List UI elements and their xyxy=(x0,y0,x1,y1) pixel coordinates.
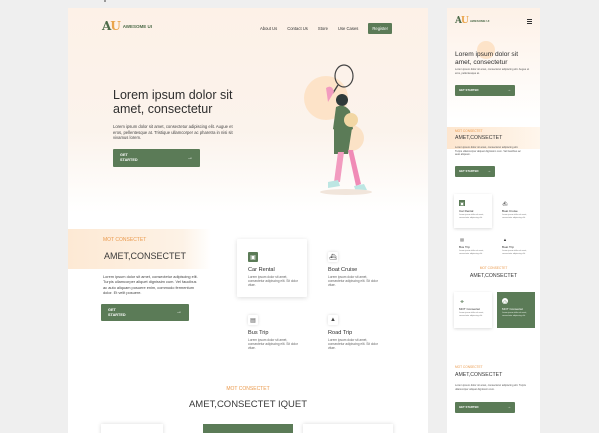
service-desc: Lorem ipsum dolor sit amet, consectetur … xyxy=(328,338,378,351)
card-desc: Lorem ipsum dolor sit amet, consectetur … xyxy=(459,214,484,219)
mobile-get-started-button-3[interactable]: GET STARTED → xyxy=(455,402,515,413)
section3-eyebrow: MOT CONSECTET xyxy=(226,386,270,392)
desktop-frame: AU AWESOME UI About Us Contact Us Store … xyxy=(68,8,428,433)
mobile-button-label: GET STARTED xyxy=(459,88,479,93)
feature-card[interactable] xyxy=(101,424,163,433)
card-desc: Lorem ipsum dolor sit amet, consectetur … xyxy=(502,214,527,219)
service-car-rental[interactable]: ▣ Car Rental Lorem ipsum dolor sit amet,… xyxy=(237,239,307,297)
service-desc: Lorem ipsum dolor sit amet, consectetur … xyxy=(328,275,378,288)
hero-button-label: GET STARTED xyxy=(120,153,138,162)
service-road-trip[interactable]: ▲ Road Trip Lorem ipsum dolor sit amet, … xyxy=(317,302,387,360)
service-bus-trip[interactable]: ▤ Bus Trip Lorem ipsum dolor sit amet, c… xyxy=(237,302,307,360)
logo-mark: AU xyxy=(455,16,469,26)
mobile-eyebrow-3: MOT CONSECTET xyxy=(455,365,483,369)
service-desc: Lorem ipsum dolor sit amet, consectetur … xyxy=(248,275,298,288)
clock-icon: ◷ xyxy=(502,298,508,304)
road-icon: ▲ xyxy=(328,315,338,325)
logo-text: AWESOME UI xyxy=(469,19,490,23)
mobile-feature-card[interactable]: ✤ MOT Consectet Lorem ipsum dolor sit am… xyxy=(454,292,492,328)
service-name: Road Trip xyxy=(328,330,353,336)
menu-icon[interactable] xyxy=(527,19,532,25)
mobile-card-bus-trip[interactable]: ▤ Bus Trip Lorem ipsum dolor sit amet, c… xyxy=(454,230,492,264)
tennis-player-illustration xyxy=(304,64,372,195)
logo-text: AWESOME UI xyxy=(122,23,153,29)
card-name: Boat Trip xyxy=(502,245,515,249)
hero-body: Lorem ipsum dolor sit amet, consectetur … xyxy=(113,124,233,141)
service-name: Boat Cruise xyxy=(328,267,358,273)
card-desc: Lorem ipsum dolor sit amet, consectetur … xyxy=(459,250,484,255)
mobile-title-2: AMET,CONSECTET xyxy=(469,273,518,279)
top-nav: About Us Contact Us Store Use Cases Regi… xyxy=(260,23,392,34)
arrow-right-icon: → xyxy=(176,309,182,316)
tree-icon: ✤ xyxy=(460,298,464,304)
card-name: MOT Consectet xyxy=(502,307,523,311)
arrow-right-icon: → xyxy=(187,154,193,161)
card-name: MOT Consectet xyxy=(459,307,480,311)
boat-icon: ⛴ xyxy=(502,200,508,206)
road-icon: ▲ xyxy=(503,236,507,242)
mobile-eyebrow: MOT CONSECTET xyxy=(455,129,483,133)
service-name: Car Rental xyxy=(248,267,275,273)
arrow-right-icon: → xyxy=(507,404,511,410)
mobile-title-3: AMET,CONSECTET xyxy=(455,372,503,378)
section2-body: Lorem ipsum dolor sit amet, consectetur … xyxy=(103,274,198,296)
mobile-body-3: Lorem ipsum dolor sit amet, consectetur … xyxy=(455,384,526,391)
mobile-hero-body: Lorem ipsum dolor sit amet, consectetur … xyxy=(455,68,530,75)
boat-icon: ⛴ xyxy=(328,252,338,262)
mobile-feature-card-active[interactable]: ◷ MOT Consectet Lorem ipsum dolor sit am… xyxy=(497,292,535,328)
register-button[interactable]: Register xyxy=(368,23,392,34)
section2-band xyxy=(68,229,211,269)
corner-mark xyxy=(104,0,106,2)
mobile-card-boat-trip[interactable]: ▲ Boat Trip Lorem ipsum dolor sit amet, … xyxy=(497,230,535,264)
arrow-right-icon: → xyxy=(507,87,511,93)
service-boat-cruise[interactable]: ⛴ Boat Cruise Lorem ipsum dolor sit amet… xyxy=(317,239,387,297)
mobile-card-car-rental[interactable]: ▣ Car Rental Lorem ipsum dolor sit amet,… xyxy=(454,194,492,228)
card-name: Boat Cruise xyxy=(502,209,518,213)
mobile-hero-title: Lorem ipsum dolor sit amet, consectetur xyxy=(455,51,519,66)
mobile-eyebrow-2: MOT CONSECTET xyxy=(479,266,508,270)
logo-mark: AU xyxy=(102,19,121,33)
mobile-get-started-button-2[interactable]: GET STARTED → xyxy=(455,166,495,177)
feature-card[interactable] xyxy=(303,424,393,433)
section2-eyebrow: MOT CONSECTET xyxy=(103,237,147,243)
car-icon: ▣ xyxy=(248,252,258,262)
arrow-right-icon: → xyxy=(487,168,491,174)
section3-title: AMET,CONSECTET IQUET xyxy=(188,399,308,410)
card-name: Car Rental xyxy=(459,209,474,213)
mobile-button2-label: GET STARTED xyxy=(459,169,479,174)
card-desc: Lorem ipsum dolor sit amet, consectetur … xyxy=(459,312,484,317)
mobile-section-body: Lorem ipsum dolor sit amet, consectetur … xyxy=(455,146,521,157)
bus-icon: ▤ xyxy=(460,236,464,242)
nav-about[interactable]: About Us xyxy=(260,26,277,31)
car-icon: ▣ xyxy=(459,200,465,206)
mobile-logo[interactable]: AU AWESOME UI xyxy=(455,16,489,26)
service-desc: Lorem ipsum dolor sit amet, consectetur … xyxy=(248,338,298,351)
feature-card-active[interactable] xyxy=(203,424,293,433)
bus-icon: ▤ xyxy=(248,315,258,325)
hero-get-started-button[interactable]: GET STARTED → xyxy=(113,149,200,167)
hero-title: Lorem ipsum dolor sit amet, consectetur xyxy=(113,88,233,116)
section2-get-started-button[interactable]: GET STARTED → xyxy=(101,304,189,321)
mobile-get-started-button[interactable]: GET STARTED → xyxy=(455,85,515,96)
mobile-card-boat-cruise[interactable]: ⛴ Boat Cruise Lorem ipsum dolor sit amet… xyxy=(497,194,535,228)
nav-store[interactable]: Store xyxy=(318,26,328,31)
nav-contact[interactable]: Contact Us xyxy=(287,26,308,31)
mobile-frame: AU AWESOME UI Lorem ipsum dolor sit amet… xyxy=(447,8,540,433)
logo[interactable]: AU AWESOME UI xyxy=(102,19,152,33)
card-name: Bus Trip xyxy=(459,245,471,249)
mobile-button3-label: GET STARTED xyxy=(459,405,479,410)
section2-title: AMET,CONSECTET xyxy=(104,251,187,261)
service-name: Bus Trip xyxy=(248,330,269,336)
nav-use-cases[interactable]: Use Cases xyxy=(338,26,358,31)
mobile-section-title: AMET,CONSECTET xyxy=(455,135,503,141)
card-desc: Lorem ipsum dolor sit amet, consectetur … xyxy=(502,250,527,255)
card-desc: Lorem ipsum dolor sit amet, consectetur … xyxy=(502,312,527,317)
section2-button-label: GET STARTED xyxy=(108,307,126,317)
